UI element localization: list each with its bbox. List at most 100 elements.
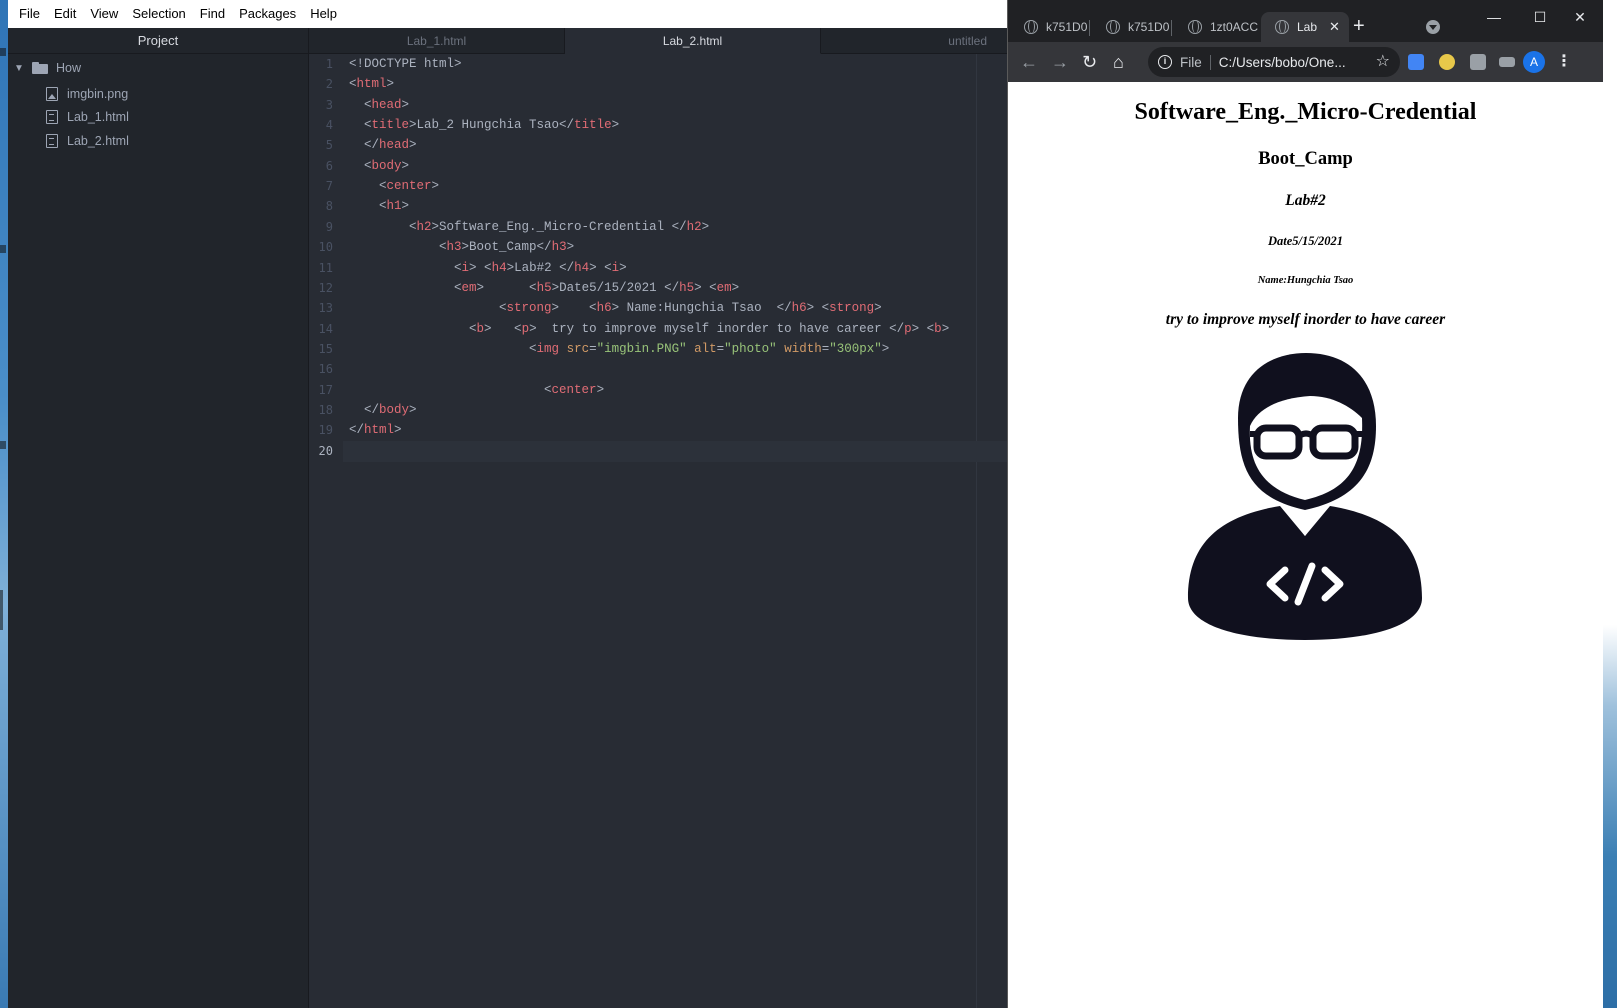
tree-file-lab2[interactable]: Lab_2.html (46, 130, 129, 152)
code-line[interactable]: <strong> <h6> Name:Hungchia Tsao </h6> <… (349, 298, 882, 319)
code-token: > Name:Hungchia Tsao </ (611, 301, 792, 316)
code-token: > (881, 341, 890, 356)
menu-selection[interactable]: Selection (125, 0, 192, 28)
code-line[interactable]: </head> (349, 135, 417, 156)
close-window-button[interactable]: ✕ (1557, 0, 1603, 34)
line-number: 9 (325, 219, 333, 234)
minimize-button[interactable]: — (1471, 0, 1517, 34)
code-line[interactable]: <body> (349, 156, 409, 177)
bookmark-star-icon[interactable]: ☆ (1376, 51, 1390, 71)
code-token: >Lab_2 Hungchia Tsao</ (409, 118, 575, 133)
code-token: < (349, 260, 462, 275)
code-token: > (611, 118, 620, 133)
code-line[interactable]: <center> (349, 176, 439, 197)
code-line[interactable]: <em> <h5>Date5/15/2021 </h5> <em> (349, 278, 739, 299)
code-token: strong (506, 301, 552, 316)
address-text[interactable]: C:/Users/bobo/One... (1219, 55, 1346, 70)
code-token: </ (349, 402, 380, 417)
desktop-icon-fragment (0, 441, 6, 449)
code-token: i (611, 260, 620, 275)
tab-lab1[interactable]: Lab_1.html (309, 28, 565, 54)
code-line[interactable]: <!DOCTYPE html> (349, 54, 462, 75)
tab-untitled[interactable]: untitled (821, 28, 1007, 54)
page-heading-h6: Name:Hungchia Tsao (1257, 275, 1354, 286)
close-tab-icon[interactable]: ✕ (1329, 19, 1340, 35)
menu-help[interactable]: Help (303, 0, 344, 28)
chevron-down-icon[interactable]: ▼ (14, 63, 26, 74)
address-bar[interactable]: i File C:/Users/bobo/One... ☆ (1148, 47, 1400, 77)
desktop-background-left (0, 0, 8, 1008)
line-number-gutter: 1 2 3 4 5 6 7 8 9 10 11 12 13 14 15 16 17 18 19 20 (309, 54, 343, 1008)
menu-view[interactable]: View (83, 0, 125, 28)
line-number: 10 (318, 240, 333, 255)
browser-tab[interactable]: k751D0 (1010, 12, 1090, 42)
code-token: > < (589, 260, 612, 275)
tree-file-label: imgbin.png (67, 87, 129, 101)
code-line[interactable]: <h2>Software_Eng._Micro-Credential </h2> (349, 217, 709, 238)
tab-search-icon[interactable] (1426, 20, 1440, 34)
code-token: > < (476, 280, 537, 295)
code-token: i (461, 260, 470, 275)
code-token: > < (911, 321, 935, 336)
code-token: h4 (491, 260, 507, 275)
code-token: > (596, 382, 605, 397)
menu-file[interactable]: File (12, 0, 47, 28)
code-token: > < (469, 260, 492, 275)
code-token: < (349, 382, 552, 397)
code-token: b (476, 321, 485, 336)
reload-icon[interactable]: ↻ (1082, 51, 1097, 73)
tree-file-imgbin[interactable]: imgbin.png (46, 83, 128, 105)
text-file-icon (46, 110, 58, 124)
code-token: > (409, 138, 417, 153)
code-token: </ (349, 138, 380, 153)
code-token: alt (694, 341, 717, 356)
line-number: 5 (325, 138, 333, 153)
line-number: 11 (318, 260, 333, 275)
forward-arrow-icon[interactable]: → (1051, 51, 1069, 73)
code-line[interactable]: <center> (349, 380, 604, 401)
back-arrow-icon[interactable]: ← (1020, 51, 1038, 73)
menu-edit[interactable]: Edit (47, 0, 83, 28)
code-line[interactable]: <img src="imgbin.PNG" alt="photo" width=… (349, 339, 889, 360)
line-number: 19 (318, 423, 333, 438)
media-control-icon[interactable] (1499, 57, 1515, 67)
code-line[interactable]: <h1> (349, 196, 409, 217)
code-token: >Software_Eng._Micro-Credential </ (431, 219, 687, 234)
info-icon[interactable]: i (1158, 55, 1172, 69)
line-number: 1 (325, 57, 333, 71)
menu-find[interactable]: Find (193, 0, 232, 28)
code-line[interactable]: <i> <h4>Lab#2 </h4> <i> (349, 258, 627, 279)
line-number: 18 (318, 402, 333, 417)
new-tab-button[interactable]: + (1353, 16, 1365, 36)
tree-file-lab1[interactable]: Lab_1.html (46, 106, 129, 128)
code-editor[interactable]: 1 2 3 4 5 6 7 8 9 10 11 12 13 14 15 16 17 18 19 20 <!DOCTYP… (309, 54, 1007, 1008)
globe-icon (1188, 20, 1202, 34)
kebab-menu-icon[interactable]: ⋮ (1556, 50, 1572, 74)
code-line[interactable]: <head> (349, 95, 409, 116)
code-token: >Lab#2 </ (506, 260, 575, 275)
code-line[interactable]: <title>Lab_2 Hungchia Tsao</title> (349, 115, 619, 136)
home-icon[interactable]: ⌂ (1113, 51, 1124, 73)
code-line[interactable]: </html> (349, 420, 402, 441)
profile-avatar[interactable]: A (1523, 51, 1545, 73)
code-token: <!DOCTYPE html> (349, 57, 462, 71)
code-token: "imgbin.PNG" (596, 341, 687, 356)
code-line[interactable]: </body> (349, 400, 417, 421)
tree-file-label: Lab_1.html (67, 110, 129, 124)
browser-tab[interactable]: k751D0 (1092, 12, 1172, 42)
extension-icon[interactable] (1439, 54, 1455, 70)
code-token: body (371, 158, 402, 173)
browser-tab[interactable]: 1zt0ACC (1174, 12, 1258, 42)
browser-tab-active[interactable]: Lab ✕ (1261, 12, 1349, 42)
code-token: h6 (791, 301, 807, 316)
code-line[interactable]: <b> <p> try to improve myself inorder to… (349, 319, 949, 340)
menu-packages[interactable]: Packages (232, 0, 303, 28)
puzzle-icon[interactable] (1470, 54, 1486, 70)
code-token: h3 (446, 240, 462, 255)
code-line[interactable]: <h3>Boot_Camp</h3> (349, 237, 574, 258)
translate-extension-icon[interactable] (1408, 54, 1424, 70)
code-line[interactable]: <html> (349, 74, 394, 95)
tab-lab2[interactable]: Lab_2.html (565, 28, 821, 54)
line-number: 8 (325, 199, 333, 214)
tree-folder-how[interactable]: ▼ How (14, 57, 81, 79)
